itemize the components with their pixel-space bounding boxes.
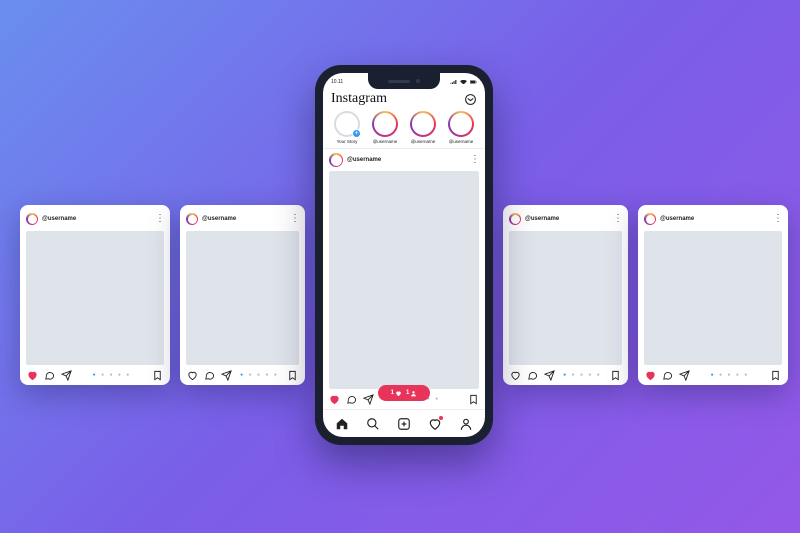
bookmark-icon[interactable] [468,394,479,405]
post-image[interactable] [26,231,164,365]
battery-icon [470,80,477,85]
more-icon[interactable]: ⋮ [290,216,299,222]
tab-profile[interactable] [459,417,473,431]
heart-icon [395,390,402,397]
add-story-icon[interactable]: + [352,129,361,138]
carousel-dots: ● ● ● ● ● [78,372,146,378]
username-label[interactable]: @username [202,216,236,222]
feed-post: @username ⋮ ● ● ● ● ● [323,149,485,409]
more-icon[interactable]: ⋮ [155,216,164,222]
tab-search[interactable] [366,417,380,431]
story-label: @username [449,139,474,144]
carousel-dots: ● ● ● ● ● [561,372,604,378]
heart-icon[interactable] [645,370,656,381]
activity-dot-icon [439,416,443,420]
tab-activity[interactable] [428,417,442,431]
wifi-icon [460,80,467,85]
story-item[interactable]: @username [443,111,479,144]
carousel-dots: ● ● ● ● ● [696,372,764,378]
story-label: @username [373,139,398,144]
heart-icon[interactable] [187,370,198,381]
app-header: Instagram [323,89,485,111]
bookmark-icon[interactable] [287,370,298,381]
more-icon[interactable]: ⋮ [773,216,782,222]
heart-icon[interactable] [27,370,38,381]
mockup-stage: @username ⋮ ● ● ● ● ● @username ⋮ ● ● ● … [0,0,800,533]
post-image[interactable] [509,231,622,365]
app-logo[interactable]: Instagram [331,91,387,107]
avatar[interactable] [329,153,343,167]
share-icon[interactable] [363,394,374,405]
story-your-story[interactable]: + Your Story [329,111,365,144]
notification-like-count: 1 [391,390,394,396]
username-label[interactable]: @username [525,216,559,222]
status-time: 10.11 [331,79,343,85]
avatar[interactable] [186,213,198,225]
share-icon[interactable] [221,370,232,381]
stories-row[interactable]: + Your Story @username @username @userna… [323,111,485,149]
comment-icon[interactable] [346,394,357,405]
phone-screen: 10.11 Instagram + Your Story [323,73,485,437]
username-label[interactable]: @username [347,157,381,163]
bookmark-icon[interactable] [610,370,621,381]
heart-icon[interactable] [510,370,521,381]
share-icon[interactable] [61,370,72,381]
story-item[interactable]: @username [367,111,403,144]
comment-icon[interactable] [204,370,215,381]
comment-icon[interactable] [527,370,538,381]
more-icon[interactable]: ⋮ [470,157,479,163]
share-icon[interactable] [544,370,555,381]
post-card: @username ⋮ ● ● ● ● ● [503,205,628,385]
tab-home[interactable] [335,417,349,431]
phone-notch [368,73,440,89]
heart-icon[interactable] [329,394,340,405]
direct-message-icon[interactable] [464,93,477,106]
person-icon [410,390,417,397]
avatar[interactable] [509,213,521,225]
notification-follow-count: 1 [406,390,409,396]
story-label: @username [411,139,436,144]
post-image[interactable] [186,231,299,365]
notification-bubble[interactable]: 1 1 [378,385,430,401]
post-image[interactable] [329,171,479,389]
signal-icon [450,80,457,85]
username-label[interactable]: @username [660,216,694,222]
phone-frame: 10.11 Instagram + Your Story [315,65,493,445]
story-label: Your Story [337,139,358,144]
post-card: @username ⋮ ● ● ● ● ● [20,205,170,385]
comment-icon[interactable] [662,370,673,381]
post-card: @username ⋮ ● ● ● ● ● [638,205,788,385]
bookmark-icon[interactable] [152,370,163,381]
post-image[interactable] [644,231,782,365]
avatar[interactable] [26,213,38,225]
post-card: @username ⋮ ● ● ● ● ● [180,205,305,385]
story-item[interactable]: @username [405,111,441,144]
username-label[interactable]: @username [42,216,76,222]
share-icon[interactable] [679,370,690,381]
tab-new-post[interactable] [397,417,411,431]
carousel-dots: ● ● ● ● ● [238,372,281,378]
bookmark-icon[interactable] [770,370,781,381]
more-icon[interactable]: ⋮ [613,216,622,222]
tab-bar [323,409,485,437]
comment-icon[interactable] [44,370,55,381]
avatar[interactable] [644,213,656,225]
